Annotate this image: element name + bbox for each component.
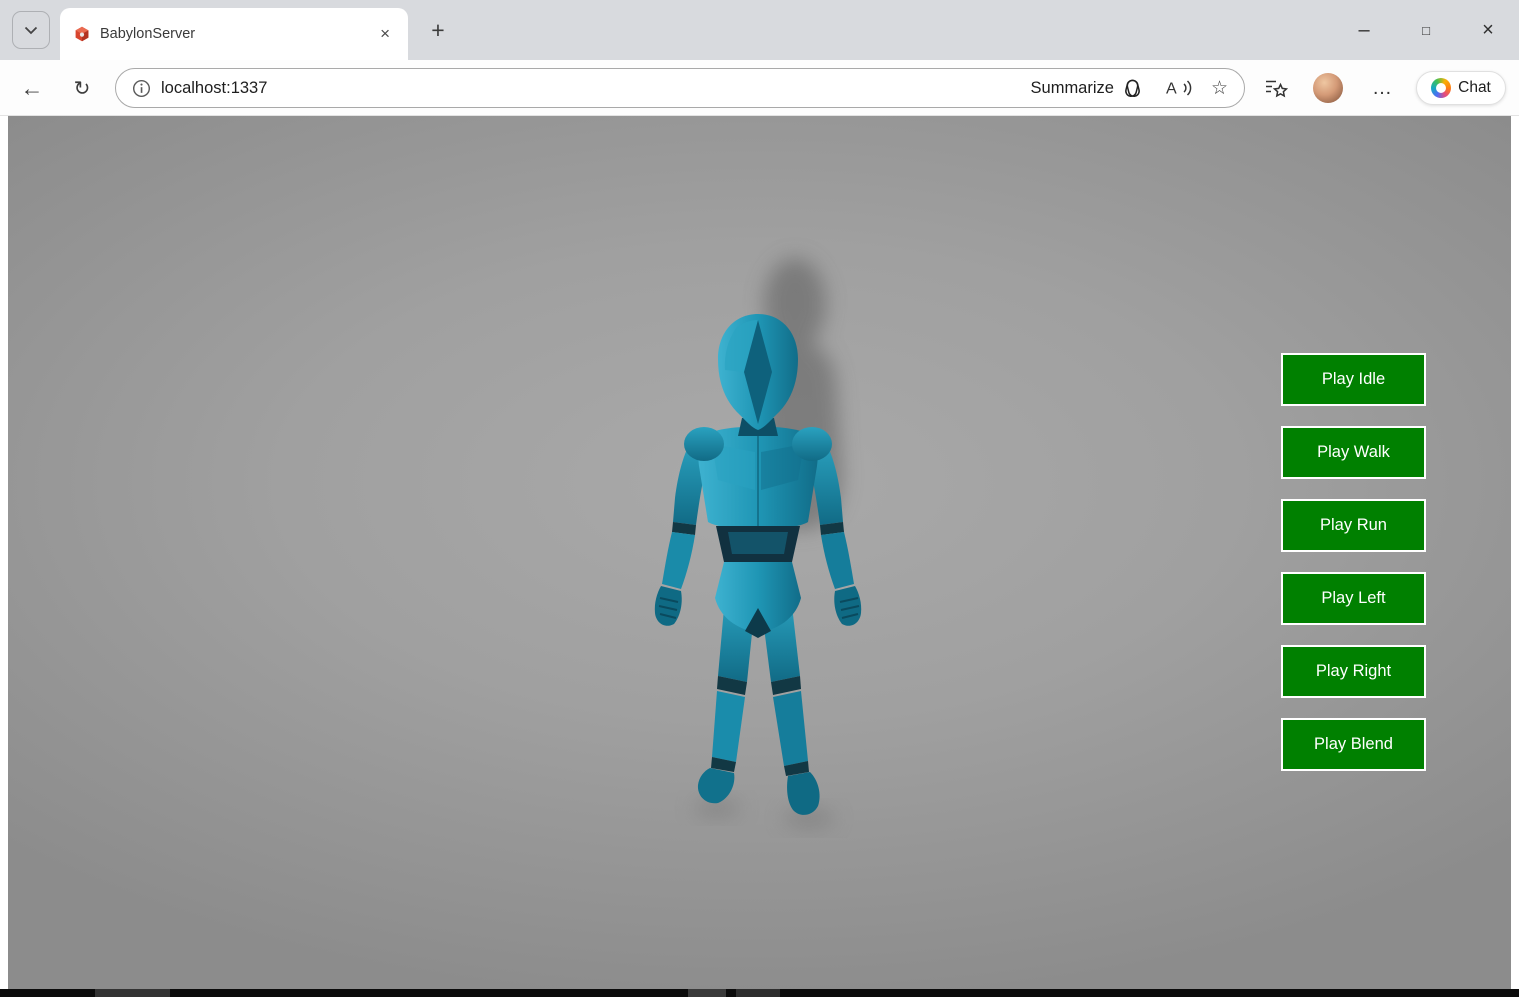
address-bar[interactable]: localhost:1337 Summarize A ☆ [115,68,1245,108]
refresh-button[interactable]: ↻ [62,60,102,116]
play-walk-button[interactable]: Play Walk [1281,426,1426,479]
copilot-icon [1431,78,1452,98]
play-right-button[interactable]: Play Right [1281,645,1426,698]
profile-avatar[interactable] [1313,73,1343,103]
window-controls: – □ × [1333,0,1519,60]
site-info-icon [132,79,151,97]
favorite-star-icon[interactable]: ☆ [1211,77,1228,100]
svg-text:A: A [1166,81,1177,98]
play-run-button[interactable]: Play Run [1281,499,1426,552]
copilot-chat-button[interactable]: Chat [1416,71,1506,105]
summarize-button[interactable]: Summarize [1031,77,1144,100]
browser-window: BabylonServer × + – □ × ← ↻ localhost:13… [0,0,1519,997]
url-text[interactable]: localhost:1337 [161,79,267,98]
taskbar-segment [688,989,726,997]
taskbar-sliver [0,989,1519,997]
maximize-button[interactable]: □ [1395,0,1457,60]
play-idle-button[interactable]: Play Idle [1281,353,1426,406]
copilot-outline-icon [1125,79,1140,97]
close-window-button[interactable]: × [1457,0,1519,60]
tab-babylonserver[interactable]: BabylonServer × [60,8,408,60]
read-aloud-icon[interactable]: A [1166,78,1193,98]
taskbar-segment [95,989,170,997]
chevron-down-icon [24,26,38,34]
chat-label: Chat [1458,79,1491,96]
new-tab-button[interactable]: + [424,16,452,44]
close-tab-icon[interactable]: × [376,24,394,44]
summarize-label: Summarize [1030,78,1114,97]
favorites-hub-icon[interactable] [1264,77,1288,99]
back-button[interactable]: ← [12,60,52,116]
tab-title: BabylonServer [100,26,196,42]
more-menu-icon[interactable]: … [1368,60,1396,116]
favicon-babylon-icon [75,26,89,42]
play-blend-button[interactable]: Play Blend [1281,718,1426,771]
robot-character [654,258,862,827]
browser-toolbar: ← ↻ localhost:1337 Summarize A ☆ … Chat [0,60,1519,116]
tab-search-dropdown-button[interactable] [12,11,50,49]
taskbar-segment [736,989,780,997]
play-left-button[interactable]: Play Left [1281,572,1426,625]
minimize-button[interactable]: – [1333,0,1395,60]
tab-bar: BabylonServer × + – □ × [0,0,1519,60]
animation-controls: Play Idle Play Walk Play Run Play Left P… [1281,353,1426,771]
